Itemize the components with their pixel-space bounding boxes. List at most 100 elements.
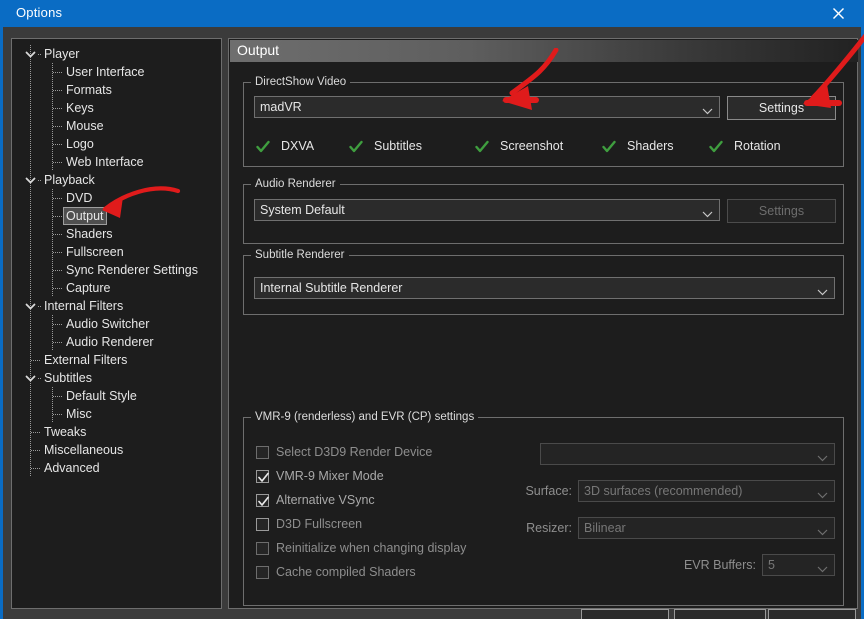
- sidebar-item-internal-filters[interactable]: Internal Filters: [12, 297, 221, 315]
- checkbox-d3d-fullscreen[interactable]: D3D Fullscreen: [256, 517, 362, 533]
- sidebar-item-tweaks[interactable]: Tweaks: [12, 423, 221, 441]
- sidebar-item-label: Advanced: [44, 461, 100, 475]
- audio-renderer-combo[interactable]: System Default: [254, 199, 720, 221]
- tree-guide-line: [30, 243, 31, 261]
- feature-label: Rotation: [734, 139, 781, 153]
- sidebar-item-label: Shaders: [66, 227, 113, 241]
- checkbox-box: [256, 566, 269, 579]
- sidebar-item-formats[interactable]: Formats: [12, 81, 221, 99]
- settings-tree[interactable]: Player User Interface Formats Keys Mouse Logo…: [12, 39, 221, 477]
- sidebar-item-label: Keys: [66, 101, 94, 115]
- feature-label: Screenshot: [500, 139, 564, 153]
- settings-tree-panel[interactable]: Player User Interface Formats Keys Mouse Logo…: [11, 38, 222, 609]
- dialog-button-2[interactable]: [674, 609, 766, 619]
- checkbox-label: Select D3D9 Render Device: [276, 445, 433, 459]
- video-renderer-settings-button[interactable]: Settings: [727, 96, 836, 120]
- checkbox-alternative-vsync[interactable]: Alternative VSync: [256, 493, 375, 509]
- sidebar-item-label: Audio Renderer: [66, 335, 154, 349]
- audio-renderer-settings-button: Settings: [727, 199, 836, 223]
- sidebar-item-external-filters[interactable]: External Filters: [12, 351, 221, 369]
- tree-guide-line: [38, 306, 41, 307]
- sidebar-item-dvd[interactable]: DVD: [12, 189, 221, 207]
- sidebar-item-default-style[interactable]: Default Style: [12, 387, 221, 405]
- checkbox-label: Alternative VSync: [276, 493, 375, 507]
- chevron-down-icon: [817, 525, 828, 536]
- sidebar-item-audio-renderer[interactable]: Audio Renderer: [12, 333, 221, 351]
- tree-guide-line: [30, 387, 31, 405]
- video-renderer-combo[interactable]: madVR: [254, 96, 720, 118]
- sidebar-item-keys[interactable]: Keys: [12, 99, 221, 117]
- checkbox-vmr9-mixer-mode[interactable]: VMR-9 Mixer Mode: [256, 469, 384, 485]
- sidebar-item-shaders[interactable]: Shaders: [12, 225, 221, 243]
- sidebar-item-miscellaneous[interactable]: Miscellaneous: [12, 441, 221, 459]
- sidebar-item-sync-renderer-settings[interactable]: Sync Renderer Settings: [12, 261, 221, 279]
- chevron-down-icon: [702, 207, 713, 218]
- tree-guide-line: [53, 216, 62, 217]
- tree-guide-line: [53, 126, 62, 127]
- resizer-combo: Bilinear: [578, 517, 835, 539]
- chevron-down-icon[interactable]: [25, 49, 36, 60]
- tree-guide-line: [30, 225, 31, 243]
- surface-label: Surface:: [525, 484, 572, 498]
- close-icon[interactable]: [815, 0, 861, 27]
- tree-guide-line: [53, 162, 62, 163]
- sidebar-item-player[interactable]: Player: [12, 45, 221, 63]
- sidebar-item-web-interface[interactable]: Web Interface: [12, 153, 221, 171]
- surface-value: 3D surfaces (recommended): [584, 484, 743, 498]
- sidebar-item-label: Output: [63, 207, 107, 225]
- audio-renderer-group: Audio Renderer System Default Settings: [243, 178, 844, 244]
- video-renderer-value: madVR: [260, 100, 302, 114]
- sidebar-item-subtitles[interactable]: Subtitles: [12, 369, 221, 387]
- surface-combo: 3D surfaces (recommended): [578, 480, 835, 502]
- sidebar-item-label: Misc: [66, 407, 92, 421]
- sidebar-item-label: Default Style: [66, 389, 137, 403]
- d3d9-render-device-combo: [540, 443, 835, 465]
- checkbox-cache-compiled-shaders[interactable]: Cache compiled Shaders: [256, 565, 416, 581]
- sidebar-item-misc[interactable]: Misc: [12, 405, 221, 423]
- evr-buffers-value: 5: [768, 558, 775, 572]
- sidebar-item-output[interactable]: Output: [12, 207, 221, 225]
- chevron-down-icon: [817, 285, 828, 296]
- sidebar-item-user-interface[interactable]: User Interface: [12, 63, 221, 81]
- chevron-down-icon[interactable]: [25, 175, 36, 186]
- tree-guide-line: [30, 333, 31, 351]
- tree-guide-line: [30, 81, 31, 99]
- audio-renderer-value: System Default: [260, 203, 345, 217]
- sidebar-item-playback[interactable]: Playback: [12, 171, 221, 189]
- subtitle-renderer-combo[interactable]: Internal Subtitle Renderer: [254, 277, 835, 299]
- sidebar-item-mouse[interactable]: Mouse: [12, 117, 221, 135]
- tree-guide-line: [30, 189, 31, 207]
- tree-guide-line: [53, 252, 62, 253]
- tree-guide-line: [30, 117, 31, 135]
- tree-guide-line: [31, 450, 40, 451]
- page-header: Output: [230, 40, 858, 62]
- subtitle-renderer-legend: Subtitle Renderer: [251, 249, 349, 261]
- tree-guide-line: [53, 144, 62, 145]
- feature-dxva: DXVA: [256, 139, 314, 153]
- chevron-down-icon[interactable]: [25, 301, 36, 312]
- sidebar-item-advanced[interactable]: Advanced: [12, 459, 221, 477]
- dialog-button-1[interactable]: [581, 609, 669, 619]
- feature-subtitles: Subtitles: [349, 139, 422, 153]
- sidebar-item-audio-switcher[interactable]: Audio Switcher: [12, 315, 221, 333]
- sidebar-item-logo[interactable]: Logo: [12, 135, 221, 153]
- page-title: Output: [237, 42, 280, 58]
- tree-guide-line: [53, 90, 62, 91]
- dialog-button-3[interactable]: [768, 609, 856, 619]
- checkbox-reinitialize-when-changing-display[interactable]: Reinitialize when changing display: [256, 541, 466, 557]
- tree-guide-line: [30, 99, 31, 117]
- check-icon: [602, 140, 616, 154]
- chevron-down-icon: [817, 488, 828, 499]
- chevron-down-icon[interactable]: [25, 373, 36, 384]
- checkbox-label: D3D Fullscreen: [276, 517, 363, 531]
- tree-guide-line: [53, 72, 62, 73]
- vmr9-evr-legend: VMR-9 (renderless) and EVR (CP) settings: [251, 411, 479, 423]
- checkbox-box: [256, 446, 269, 459]
- subtitle-renderer-value: Internal Subtitle Renderer: [260, 281, 403, 295]
- sidebar-item-capture[interactable]: Capture: [12, 279, 221, 297]
- sidebar-item-fullscreen[interactable]: Fullscreen: [12, 243, 221, 261]
- sidebar-item-label: External Filters: [44, 353, 128, 367]
- tree-guide-line: [38, 180, 41, 181]
- tree-guide-line: [30, 261, 31, 279]
- checkbox-select-d3d9-render-device[interactable]: Select D3D9 Render Device: [256, 445, 432, 461]
